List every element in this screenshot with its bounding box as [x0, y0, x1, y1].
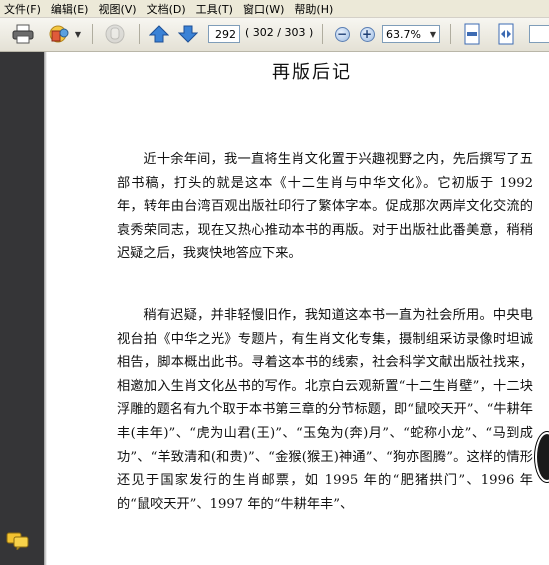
toolbar-separator [322, 24, 323, 44]
fit-width-button[interactable] [493, 23, 519, 45]
toolbar-separator [450, 24, 451, 44]
menu-view[interactable]: 视图(V) [94, 1, 142, 17]
print-button[interactable] [10, 23, 36, 45]
fit-page-button[interactable] [459, 23, 485, 45]
menu-file[interactable]: 文件(F) [0, 1, 47, 17]
next-page-icon [178, 25, 198, 43]
prev-page-button[interactable] [147, 23, 171, 45]
zoom-out-button[interactable]: − [332, 23, 352, 45]
zoom-value: 63.7% [386, 27, 421, 41]
page-number-input[interactable]: 292 [208, 25, 240, 43]
menu-window[interactable]: 窗口(W) [239, 1, 290, 17]
menu-tools[interactable]: 工具(T) [192, 1, 239, 17]
print-icon [12, 24, 34, 44]
zoom-out-icon: − [334, 26, 350, 42]
prev-page-icon [149, 25, 169, 43]
stamp-button[interactable]: ▼ [46, 23, 84, 45]
hand-tool-button[interactable] [101, 23, 129, 45]
toolbar-separator [92, 24, 93, 44]
chevron-down-icon[interactable]: ▼ [75, 30, 81, 39]
zoom-in-button[interactable]: + [357, 23, 377, 45]
fit-width-icon [498, 23, 514, 45]
navigation-panel [0, 52, 44, 565]
menu-edit[interactable]: 编辑(E) [47, 1, 95, 17]
menu-bar: 文件(F) 编辑(E) 视图(V) 文档(D) 工具(T) 窗口(W) 帮助(H… [0, 0, 549, 18]
toolbar-separator [139, 24, 140, 44]
page-count: ( 302 / 303 ) [245, 26, 314, 39]
menu-document[interactable]: 文档(D) [143, 1, 192, 17]
comments-button[interactable] [6, 532, 30, 554]
comment-icon [6, 532, 29, 552]
next-page-button[interactable] [176, 23, 200, 45]
fit-page-icon [464, 23, 480, 45]
page-edge-shadow [44, 52, 47, 565]
toolbar: ▼ 292 ( 302 / 303 ) − + 63.7% ▼ [0, 18, 549, 52]
zoom-select[interactable]: 63.7% ▼ [382, 25, 440, 43]
menu-help[interactable]: 帮助(H) [290, 1, 339, 17]
search-input[interactable] [529, 25, 549, 43]
chevron-down-icon[interactable]: ▼ [430, 30, 436, 39]
page-title: 再版后记 [272, 62, 352, 83]
zoom-in-icon: + [359, 26, 375, 42]
paragraph: 近十余年间，我一直将生肖文化置于兴趣视野之内，先后撰写了五部书稿，打头的就是这本… [117, 152, 533, 262]
hand-tool-icon [105, 24, 125, 44]
stamp-icon [49, 25, 69, 43]
paragraph: 稍有迟疑，并非轻慢旧作，我知道这本书一直为社会所用。中央电视台拍《中华之光》专题… [117, 308, 533, 512]
